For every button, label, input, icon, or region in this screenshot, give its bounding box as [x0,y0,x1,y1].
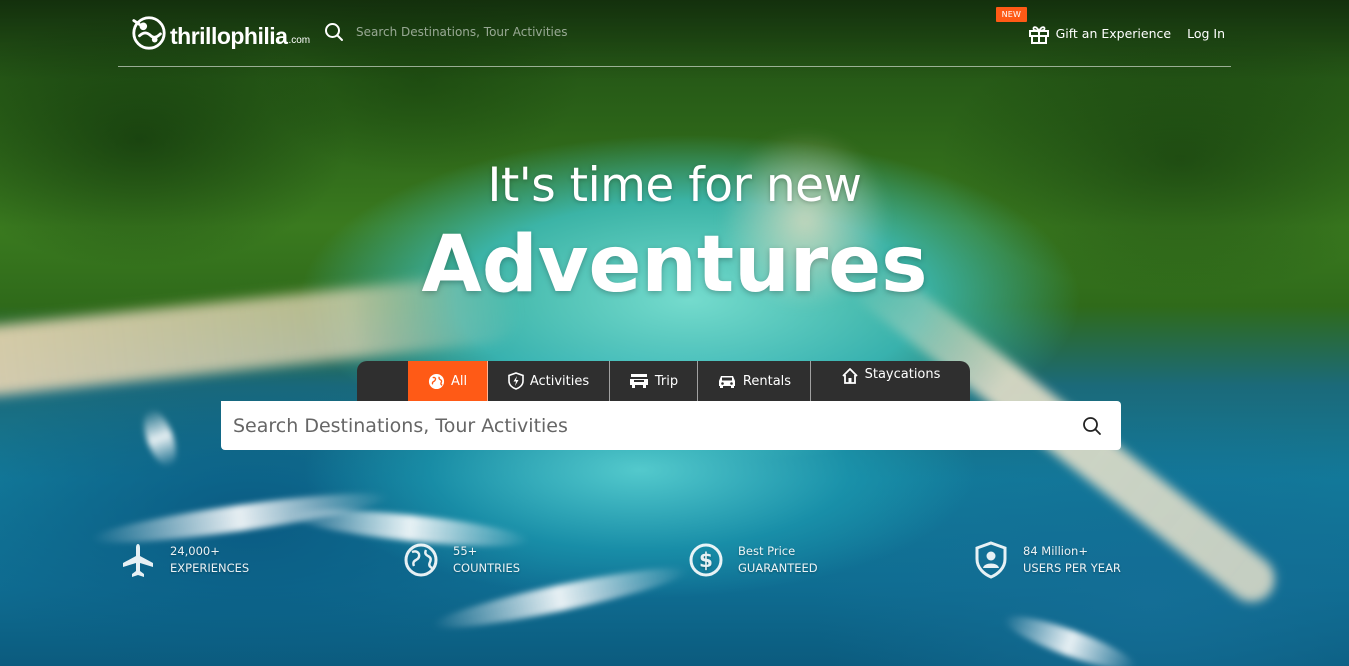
brand-name: thrillophilia [170,23,288,49]
stat-text: 55+ COUNTRIES [453,543,520,577]
stat-users: 84 Million+ USERS PER YEAR [973,541,1121,579]
stat-text: 24,000+ EXPERIENCES [170,543,249,577]
tab-label: Rentals [742,373,792,389]
main-search-button[interactable] [1063,401,1121,450]
tab-activities[interactable]: Activities [488,361,610,401]
login-link[interactable]: Log In [1187,26,1225,41]
tab-spacer [357,361,408,401]
bolt-shield-icon [508,372,524,390]
search-icon [1083,416,1101,435]
tab-label: Activities [529,373,590,389]
gift-experience-link[interactable]: NEW Gift an Experience [995,6,1172,45]
svg-text:$: $ [699,548,713,572]
brand-suffix: .com [288,35,311,46]
header-search-input[interactable] [356,25,586,39]
category-tabs: All Activities Trip Rentals Staycations [357,361,970,401]
hero-title: Adventures [421,220,928,310]
car-front-icon [629,374,648,388]
stat-best-price: $ Best Price GUARANTEED [688,541,818,579]
tab-trip[interactable]: Trip [610,361,698,401]
stat-value: 84 Million+ [1023,544,1088,558]
stat-text: Best Price GUARANTEED [738,543,818,577]
header-search [324,22,586,42]
brand-logo[interactable]: thrillophilia .com [130,13,310,51]
globe-icon [428,373,444,389]
stat-value: 24,000+ [170,544,220,558]
tab-rentals[interactable]: Rentals [698,361,811,401]
header-actions: NEW Gift an Experience Log In [995,0,1231,67]
globe-icon [403,541,439,579]
user-shield-icon [973,541,1009,579]
main-search-input[interactable] [221,401,1063,450]
home-icon [841,368,858,384]
stat-label: USERS PER YEAR [1023,561,1121,575]
stat-label: COUNTRIES [453,561,521,575]
stat-text: 84 Million+ USERS PER YEAR [1023,543,1121,577]
tab-staycations[interactable]: Staycations [811,361,970,401]
car-icon [718,376,735,388]
search-icon[interactable] [324,22,344,42]
stat-value: 55+ [453,544,478,558]
stat-value: Best Price [738,544,796,558]
new-badge: NEW [995,6,1028,22]
site-header: thrillophilia .com NEW Gift an Experienc… [118,0,1231,67]
tab-all[interactable]: All [408,361,488,401]
gift-icon [1028,25,1049,44]
logo-mark-icon [132,16,166,50]
airplane-icon [120,541,156,579]
stat-label: GUARANTEED [738,561,818,575]
stat-countries: 55+ COUNTRIES [403,541,520,579]
main-search-bar [221,401,1121,450]
dollar-icon: $ [688,541,724,579]
tab-label: Staycations [864,367,941,382]
stat-label: EXPERIENCES [170,561,250,575]
gift-label: Gift an Experience [1055,26,1172,41]
stat-experiences: 24,000+ EXPERIENCES [120,541,249,579]
tab-label: Trip [654,373,679,389]
hero-tagline: It's time for new [487,158,862,213]
tab-label: All [450,373,468,389]
